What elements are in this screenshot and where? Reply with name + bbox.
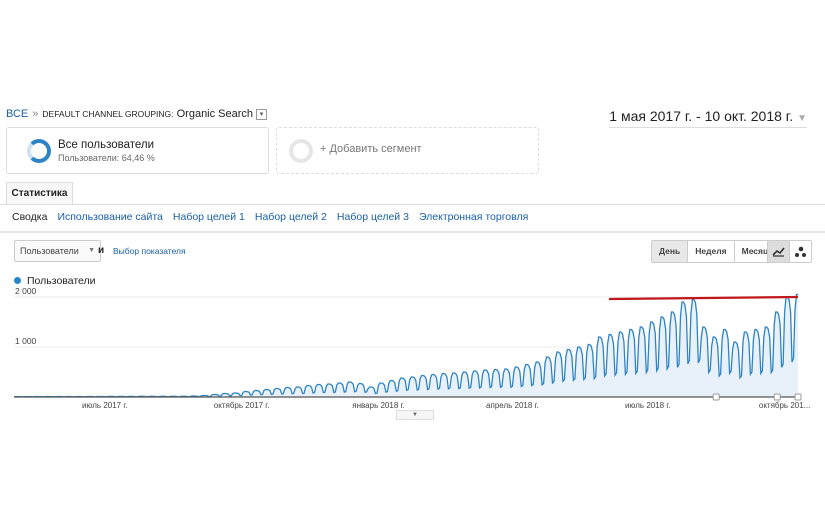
breadcrumb: ВСЕ » DEFAULT CHANNEL GROUPING: Organic Se… [6, 108, 268, 120]
divider [0, 204, 825, 205]
subnav-ecommerce[interactable]: Электронная торговля [419, 211, 528, 223]
annotation-marker-icon[interactable] [712, 393, 720, 401]
week-button[interactable]: Неделя [687, 241, 734, 262]
divider [0, 231, 825, 233]
select-metric-link[interactable]: Выбор показателя [113, 246, 186, 256]
chart-expand-button[interactable]: ▼ [396, 410, 434, 420]
breadcrumb-root[interactable]: ВСЕ [6, 108, 28, 120]
breadcrumb-dropdown-icon[interactable]: ▾ [256, 108, 268, 120]
x-tick-label: октябрь 2017 г. [213, 401, 270, 410]
empty-ring-icon [289, 139, 313, 163]
subnav-goals-3[interactable]: Набор целей 3 [337, 211, 409, 223]
motion-chart-icon[interactable] [790, 241, 811, 262]
breadcrumb-value: Organic Search [176, 108, 254, 120]
y-tick-label: 1 000 [15, 336, 37, 346]
add-segment-label: + Добавить сегмент [320, 143, 422, 155]
x-tick-label: июль 2017 г. [81, 401, 128, 410]
subnav: Сводка Использование сайта Набор целей 1… [12, 211, 528, 223]
add-segment-button[interactable]: + Добавить сегмент [276, 127, 539, 174]
segment-title: Все пользователи [58, 139, 155, 151]
and-label: и [98, 245, 105, 256]
segment-all-users[interactable]: Все пользователи Пользователи: 64,46 % [6, 127, 269, 174]
granularity-toggle: День Неделя Месяц [651, 240, 777, 263]
legend-dot-icon [14, 277, 21, 284]
x-tick-label: январь 2018 г. [352, 401, 405, 410]
day-button[interactable]: День [652, 241, 688, 262]
users-chart [13, 293, 802, 401]
segment-ring-icon [27, 139, 51, 163]
metric-select-value: Пользователи [20, 246, 79, 256]
chart-type-toggle [767, 240, 812, 263]
annotation-marker-icon[interactable] [773, 393, 781, 401]
x-tick-label: апрель 2018 г. [486, 401, 539, 410]
breadcrumb-prefix: DEFAULT CHANNEL GROUPING: [42, 109, 174, 119]
subnav-goals-1[interactable]: Набор целей 1 [173, 211, 245, 223]
annotation-marker-icon[interactable] [794, 393, 802, 401]
subnav-summary[interactable]: Сводка [12, 211, 47, 223]
subnav-goals-2[interactable]: Набор целей 2 [255, 211, 327, 223]
metric-select[interactable]: Пользователи ▼ [14, 240, 101, 262]
y-tick-label: 2 000 [15, 286, 37, 296]
segment-subtitle: Пользователи: 64,46 % [58, 153, 155, 163]
tab-statistics[interactable]: Статистика [6, 182, 73, 205]
subnav-site-usage[interactable]: Использование сайта [57, 211, 162, 223]
date-range-label: 1 мая 2017 г. - 10 окт. 2018 г. [609, 108, 794, 124]
line-chart-icon[interactable] [768, 241, 790, 262]
date-range-picker[interactable]: 1 мая 2017 г. - 10 окт. 2018 г. ▼ [609, 108, 807, 128]
breadcrumb-separator: » [32, 108, 39, 120]
chevron-down-icon: ▼ [797, 113, 807, 124]
x-tick-label: октябрь 201... [758, 401, 811, 410]
x-tick-label: июль 2018 г. [624, 401, 671, 410]
chevron-down-icon: ▼ [88, 247, 95, 254]
